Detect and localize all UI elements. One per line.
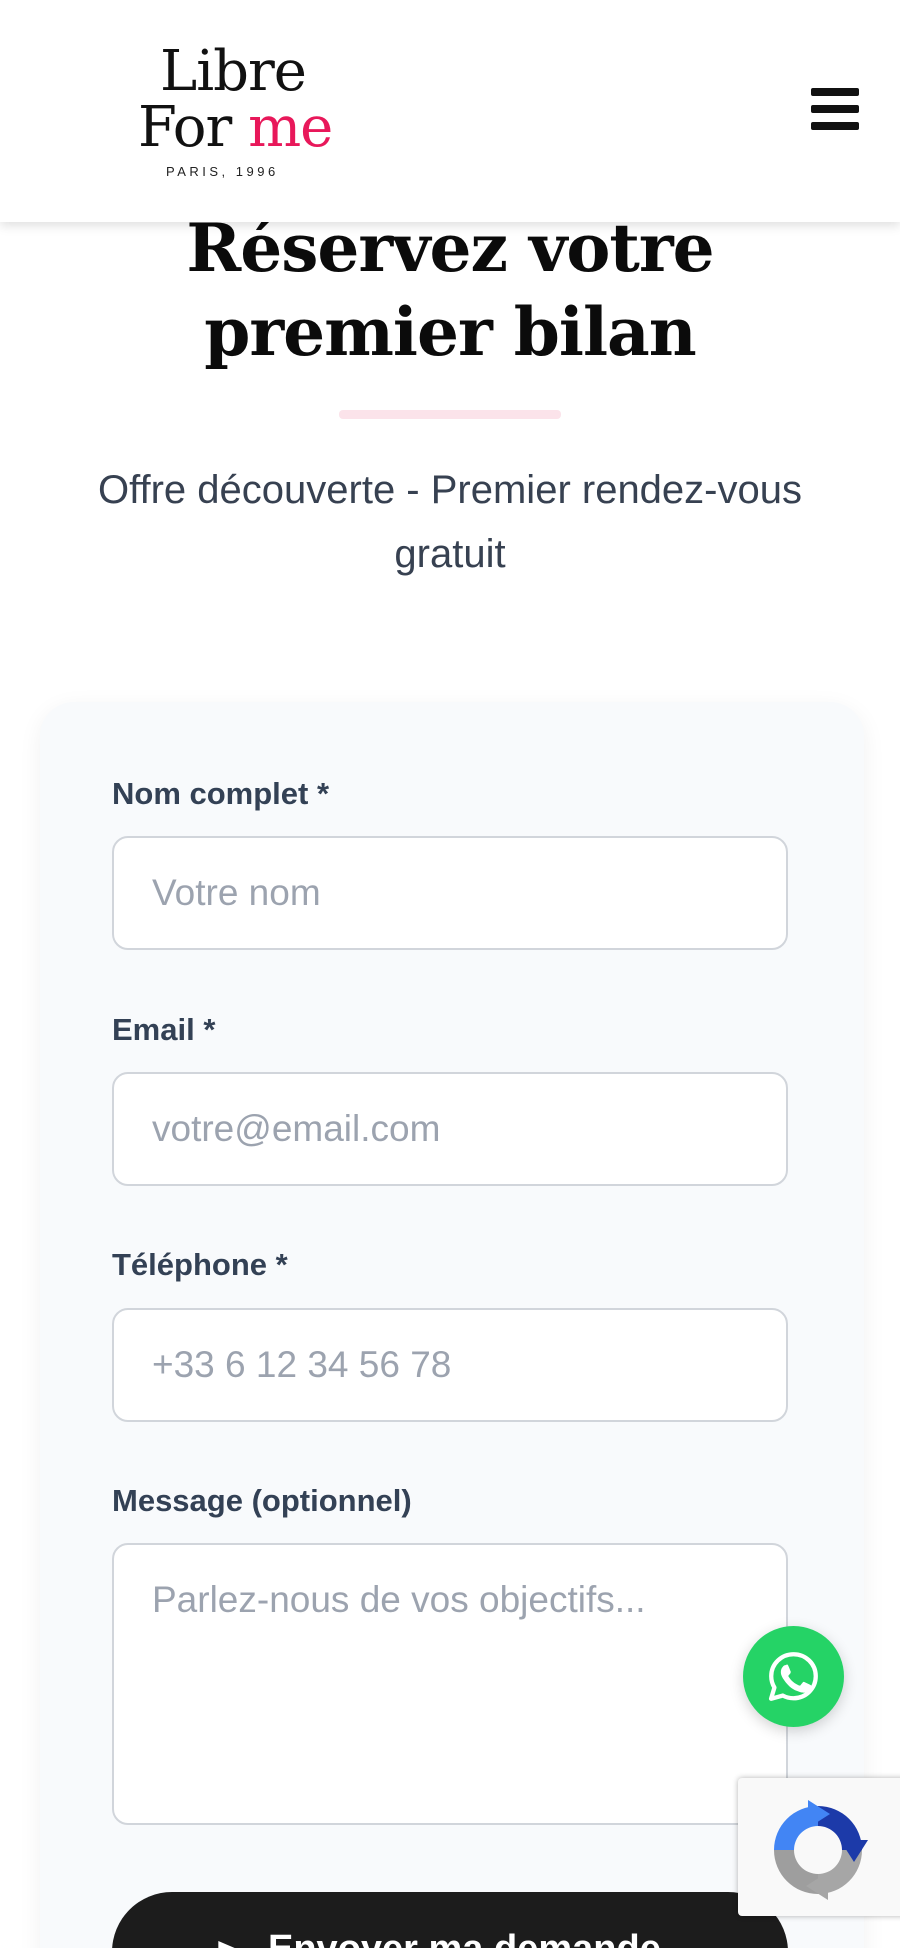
- site-header: Libre For me PARIS, 1996: [0, 0, 900, 222]
- logo-line-2: For me: [138, 95, 333, 160]
- menu-bar-middle: [811, 105, 859, 113]
- send-icon: [215, 1936, 255, 1948]
- message-label: Message (optionnel): [112, 1483, 412, 1518]
- title-divider: [339, 410, 561, 419]
- logo-tagline: PARIS, 1996: [166, 164, 279, 179]
- logo-line-2-accent: me: [248, 95, 333, 160]
- name-input[interactable]: [112, 836, 788, 950]
- menu-bar-top: [811, 88, 859, 96]
- page-subtitle: Offre découverte - Premier rendez-vous g…: [97, 468, 802, 576]
- submit-label: Envoyer ma demande: [268, 1928, 661, 1948]
- message-textarea[interactable]: [112, 1543, 788, 1825]
- menu-button[interactable]: [806, 84, 864, 134]
- page: Libre For me PARIS, 1996 Réservez votre …: [0, 0, 900, 1948]
- recaptcha-icon: [774, 1800, 868, 1900]
- logo-line-2-plain: For: [138, 95, 249, 160]
- recaptcha-badge[interactable]: [738, 1778, 900, 1916]
- name-label: Nom complet *: [112, 776, 330, 811]
- phone-label: Téléphone *: [112, 1247, 288, 1282]
- brand-logo[interactable]: Libre For me PARIS, 1996: [138, 40, 333, 190]
- email-input[interactable]: [112, 1072, 788, 1186]
- email-label: Email *: [112, 1012, 216, 1047]
- phone-input[interactable]: [112, 1308, 788, 1422]
- whatsapp-button[interactable]: [743, 1626, 844, 1727]
- whatsapp-icon: [768, 1652, 818, 1701]
- page-title: Réservez votre premier bilan: [186, 209, 714, 371]
- menu-bar-bottom: [811, 122, 859, 130]
